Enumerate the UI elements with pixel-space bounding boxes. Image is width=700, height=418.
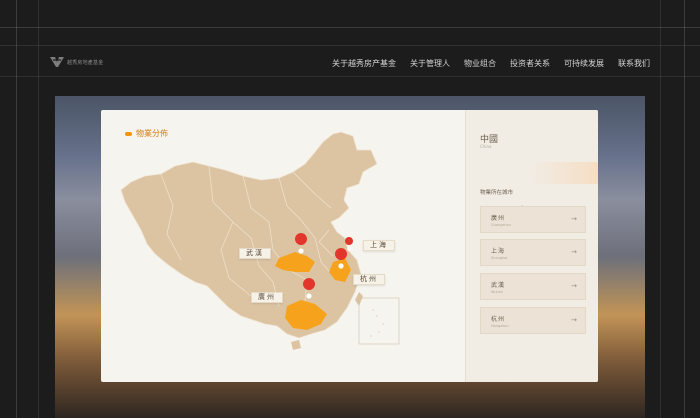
- arrow-right-icon: →: [571, 282, 577, 290]
- arrow-right-icon: →: [571, 316, 577, 324]
- city-card-en: Guangzhou: [491, 223, 511, 227]
- property-map-card: 物業分佈 武漢 上海 杭州 廣州 中國 China 物業所在城市 廣州 Guan…: [101, 110, 598, 382]
- logo-icon: [50, 57, 64, 67]
- map-label-hangzhou[interactable]: 杭州: [353, 274, 385, 285]
- china-mainland-shape: [120, 131, 378, 339]
- city-card-hangzhou[interactable]: 杭州 Hangzhou →: [480, 307, 586, 334]
- arrow-right-icon: →: [571, 215, 577, 223]
- city-card-en: Wuhan: [491, 290, 504, 294]
- frame-line: [16, 0, 17, 418]
- china-map: 武漢 上海 杭州 廣州: [101, 110, 465, 382]
- frame-line: [0, 76, 700, 77]
- frame-line: [660, 0, 661, 418]
- city-card-name: 杭州: [491, 316, 506, 323]
- site-logo[interactable]: 越秀房地產基金: [50, 57, 103, 67]
- main-nav: 关于越秀房产基金 关于管理人 物业组合 投资者关系 可持续发展 联系我们: [332, 58, 650, 69]
- map-label-shanghai[interactable]: 上海: [363, 240, 395, 251]
- city-card-guangzhou[interactable]: 廣州 Guangzhou →: [480, 206, 586, 233]
- country-subtitle: China: [480, 144, 492, 149]
- city-card-name: 武漢: [491, 282, 506, 289]
- decorative-glow: [526, 162, 598, 184]
- south-china-sea-inset: [358, 297, 400, 345]
- city-card-name: 廣州: [491, 215, 506, 222]
- arrow-right-icon: →: [571, 248, 577, 256]
- city-list-panel: 中國 China 物業所在城市 ↖ 廣州 Guangzhou → 上海 Shan…: [465, 110, 598, 382]
- hainan-shape: [291, 340, 301, 350]
- city-card-en: Hangzhou: [491, 324, 509, 328]
- logo-text: 越秀房地產基金: [67, 59, 104, 66]
- nav-item-investor-relations[interactable]: 投资者关系: [510, 58, 550, 69]
- city-card-wuhan[interactable]: 武漢 Wuhan →: [480, 273, 586, 300]
- map-label-wuhan[interactable]: 武漢: [239, 248, 271, 259]
- nav-item-contact[interactable]: 联系我们: [618, 58, 650, 69]
- frame-line: [0, 27, 700, 28]
- nav-item-sustainability[interactable]: 可持续发展: [564, 58, 604, 69]
- nav-item-portfolio[interactable]: 物业组合: [464, 58, 496, 69]
- city-card-en: Shanghai: [491, 256, 508, 260]
- city-list-heading: 物業所在城市: [480, 190, 514, 196]
- city-card-name: 上海: [491, 248, 506, 255]
- frame-line: [0, 45, 700, 46]
- map-label-guangzhou[interactable]: 廣州: [251, 292, 283, 303]
- nav-item-about-manager[interactable]: 关于管理人: [410, 58, 450, 69]
- city-card-shanghai[interactable]: 上海 Shanghai →: [480, 239, 586, 266]
- nav-item-about-fund[interactable]: 关于越秀房产基金: [332, 58, 396, 69]
- frame-line: [38, 0, 39, 418]
- frame-line: [684, 0, 685, 418]
